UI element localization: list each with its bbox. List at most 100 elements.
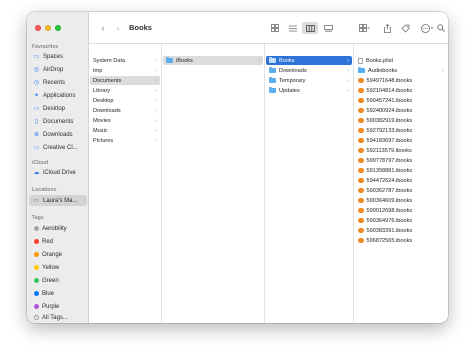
- list-item[interactable]: iBooks ›: [163, 56, 263, 66]
- chevron-right-icon: ›: [155, 107, 157, 114]
- sidebar-item-label: Documents: [43, 118, 74, 125]
- sidebar-tag-blue[interactable]: Blue: [29, 288, 87, 299]
- clock-icon: ◷: [33, 80, 40, 86]
- list-item[interactable]: Music ›: [90, 126, 160, 135]
- sidebar-item-laura-mac[interactable]: ▭ Laura's Ma...: [29, 195, 87, 206]
- list-view-button[interactable]: [285, 22, 301, 34]
- sidebar-item-airdrop[interactable]: ◎ AirDrop: [29, 64, 87, 75]
- ibooks-file-icon: [358, 217, 364, 224]
- list-item[interactable]: 592792133.ibooks: [355, 126, 447, 135]
- sidebar-tag-aerobility[interactable]: Aerobility: [29, 223, 87, 234]
- back-button[interactable]: ‹: [98, 22, 108, 34]
- list-item[interactable]: 592400924.ibooks: [355, 106, 447, 115]
- sidebar-item-icloud-drive[interactable]: ☁ iCloud Drive: [29, 167, 87, 178]
- sidebar-tag-green[interactable]: Green: [29, 275, 87, 286]
- list-item[interactable]: Audiobooks ›: [355, 66, 447, 75]
- gallery-view-button[interactable]: [320, 22, 336, 34]
- list-item[interactable]: Temporary ›: [266, 76, 352, 85]
- list-item[interactable]: 592104814.ibooks: [355, 86, 447, 95]
- sidebar-item-label: Orange: [42, 251, 63, 258]
- list-item[interactable]: 591358881.ibooks: [355, 166, 447, 175]
- list-item[interactable]: 590383391.ibooks: [355, 226, 447, 235]
- list-item[interactable]: 590364609.ibooks: [355, 196, 447, 205]
- share-icon: [383, 23, 391, 33]
- list-item[interactable]: 594472624.ibooks: [355, 176, 447, 185]
- list-item[interactable]: 590382919.ibooks: [355, 116, 447, 125]
- list-item[interactable]: 590457241.ibooks: [355, 96, 447, 105]
- sidebar-item-label: Blue: [42, 290, 55, 297]
- sidebar-item-spaces[interactable]: ▭ Spaces: [29, 51, 87, 62]
- column-view-button[interactable]: [302, 22, 318, 34]
- item-label: 590362787.ibooks: [366, 187, 413, 194]
- tag-color-dot: [34, 239, 39, 244]
- share-button[interactable]: [379, 22, 395, 34]
- ibooks-file-icon: [358, 77, 364, 84]
- list-item[interactable]: 590364976.ibooks: [355, 216, 447, 225]
- list-item[interactable]: 590362787.ibooks: [355, 186, 447, 195]
- item-label: iBooks: [176, 57, 193, 64]
- sidebar-item-label: Desktop: [43, 105, 66, 112]
- icon-view-button[interactable]: [267, 22, 283, 34]
- ibooks-file-icon: [358, 137, 364, 144]
- list-item[interactable]: System Data ›: [90, 56, 160, 65]
- chevron-right-icon: ›: [155, 87, 157, 94]
- list-item[interactable]: 592113579.ibooks: [355, 146, 447, 155]
- list-item[interactable]: Desktop ›: [90, 96, 160, 105]
- sidebar-item-downloads[interactable]: ⊕ Downloads: [29, 129, 87, 140]
- sidebar-tag-orange[interactable]: Orange: [29, 249, 87, 260]
- list-item[interactable]: 599012698.ibooks: [355, 206, 447, 215]
- ibooks-file-icon: [358, 157, 364, 164]
- list-item[interactable]: tmp ›: [90, 66, 160, 75]
- favourites-heading: Favourites: [32, 44, 59, 50]
- folder-icon: [166, 56, 173, 64]
- list-item[interactable]: Library ›: [90, 86, 160, 95]
- item-label: Books.plist: [366, 57, 394, 64]
- sidebar-item-desktop[interactable]: ▭ Desktop: [29, 103, 87, 114]
- list-item[interactable]: Updates ›: [266, 86, 352, 95]
- forward-button[interactable]: ›: [113, 22, 123, 34]
- sidebar-item-label: Aerobility: [42, 225, 67, 232]
- tag-color-dot: [34, 278, 39, 283]
- zoom-window-button[interactable]: [55, 25, 61, 31]
- list-item[interactable]: Downloads ›: [90, 106, 160, 115]
- list-item[interactable]: Pictures ›: [90, 136, 160, 145]
- list-item[interactable]: Books ›: [266, 56, 352, 66]
- tag-button[interactable]: [397, 22, 413, 34]
- list-item[interactable]: 594183697.ibooks: [355, 136, 447, 145]
- airdrop-icon: ◎: [33, 67, 40, 73]
- locations-heading: Locations: [32, 187, 57, 193]
- sidebar-item-label: Yellow: [42, 264, 60, 271]
- list-item[interactable]: Movies ›: [90, 116, 160, 125]
- sidebar-item-documents[interactable]: ▯ Documents: [29, 116, 87, 127]
- folder-icon: ▭: [33, 54, 40, 60]
- list-item[interactable]: Downloads ›: [266, 66, 352, 75]
- list-item[interactable]: 596872565.ibooks: [355, 236, 447, 245]
- sidebar-item-recents[interactable]: ◷ Recents: [29, 77, 87, 88]
- group-by-button[interactable]: [355, 22, 373, 34]
- icloud-heading: iCloud: [32, 160, 49, 166]
- column-documents: iBooks ›: [162, 44, 265, 323]
- sidebar-tag-purple[interactable]: Purple: [29, 301, 87, 312]
- sidebar-item-creative-cloud[interactable]: ▭ Creative Cl...: [29, 142, 87, 153]
- list-item[interactable]: 599778797.ibooks: [355, 156, 447, 165]
- sidebar-item-label: Applications: [43, 92, 76, 99]
- sidebar-item-applications[interactable]: ✦ Applications: [29, 90, 87, 101]
- close-window-button[interactable]: [35, 25, 41, 31]
- ellipsis-circle-icon: [420, 23, 433, 33]
- sidebar-item-label: All Tags...: [42, 314, 68, 321]
- minimize-window-button[interactable]: [45, 25, 51, 31]
- list-item[interactable]: Books.plist: [355, 56, 447, 65]
- search-button[interactable]: [433, 22, 448, 34]
- window-controls: [35, 25, 61, 31]
- item-label: Movies: [93, 117, 111, 124]
- document-icon: ▯: [34, 119, 39, 125]
- item-label: Temporary: [279, 77, 306, 84]
- list-item[interactable]: Documents ›: [90, 76, 160, 86]
- column-root: System Data › tmp › Documents › Library › De…: [89, 44, 162, 323]
- sidebar-tag-red[interactable]: Red: [29, 236, 87, 247]
- sidebar-all-tags[interactable]: All Tags...: [29, 312, 87, 323]
- chevron-left-icon: ‹: [101, 23, 105, 33]
- item-label: System Data: [93, 57, 126, 64]
- list-item[interactable]: 594971648.ibooks: [355, 76, 447, 85]
- sidebar-tag-yellow[interactable]: Yellow: [29, 262, 87, 273]
